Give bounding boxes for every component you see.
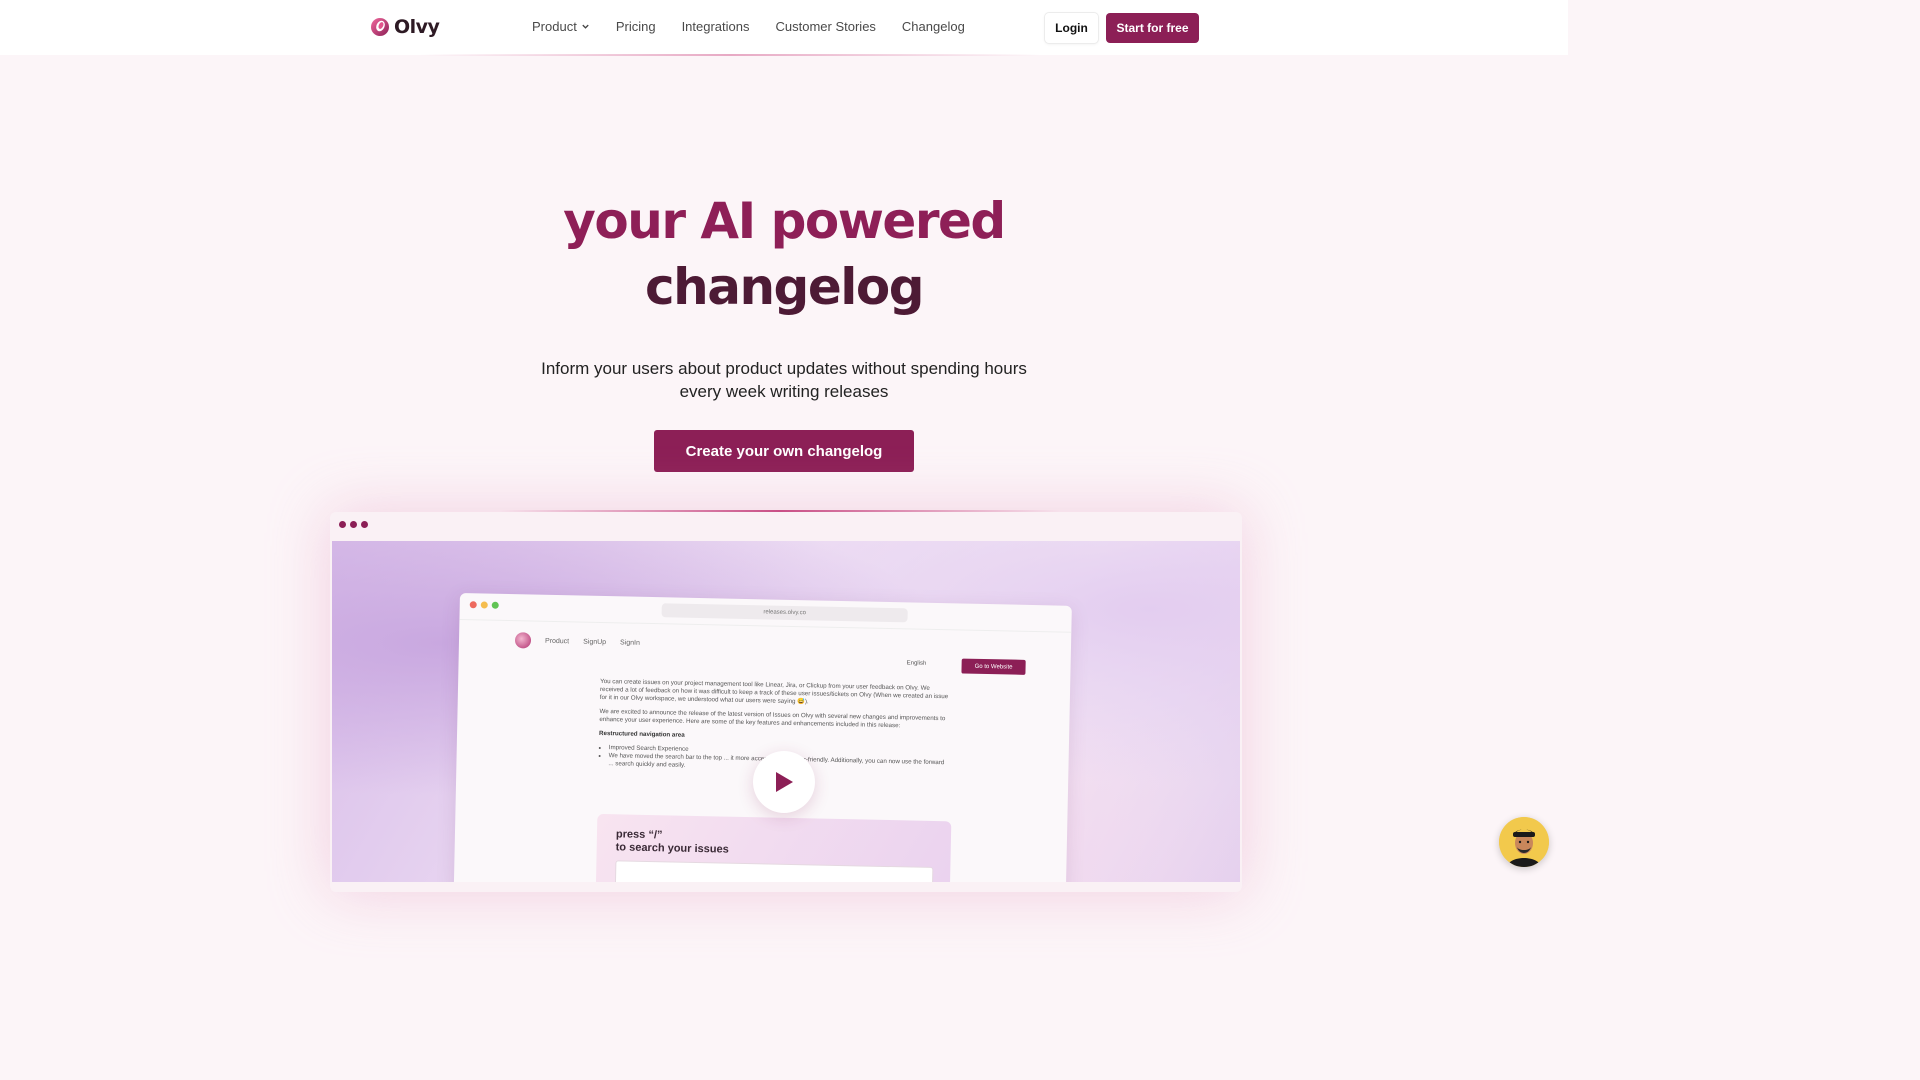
window-dots	[339, 521, 368, 528]
nav-item-product[interactable]: Product	[532, 19, 590, 34]
chevron-down-icon	[582, 24, 589, 29]
preview-nav: Product SignUp SignIn	[514, 632, 641, 651]
brand-logo[interactable]: Olvy	[370, 16, 440, 38]
olvy-logo-icon	[371, 18, 389, 36]
nav-item-label: Pricing	[615, 19, 656, 34]
window-dot	[361, 521, 368, 528]
preview-goto-button: Go to Website	[961, 658, 1026, 675]
preview-nav-item: SignIn	[620, 638, 641, 647]
window-dot	[350, 521, 357, 528]
hero-subtitle: Inform your users about product updates …	[541, 359, 1027, 401]
top-navbar: Olvy Product Pricing Integrations Custom…	[0, 0, 1568, 55]
nav-item-label: Product	[532, 19, 577, 34]
nav-item-integrations[interactable]: Integrations	[682, 19, 750, 34]
browser-toolbar: releases.olvy.co	[459, 593, 1072, 633]
main-menu: Product Pricing Integrations Customer St…	[532, 19, 965, 34]
start-free-button[interactable]: Start for free	[1106, 13, 1199, 43]
nav-item-pricing[interactable]: Pricing	[616, 19, 656, 34]
preview-card-screenshot	[614, 860, 934, 882]
login-button[interactable]: Login	[1045, 13, 1098, 43]
preview-card-line: to search your issues	[615, 841, 729, 856]
preview-card-text: press “/” to search your issues	[616, 828, 730, 856]
hero-title: your AI powered changelog	[0, 188, 1568, 320]
preview-feature-card: press “/” to search your issues	[595, 813, 952, 882]
maximize-dot	[491, 601, 499, 609]
preview-language: English	[906, 660, 927, 667]
hero-title-line1: your AI powered	[563, 192, 1006, 250]
preview-logo-icon	[514, 632, 532, 649]
nav-item-label: Customer Stories	[775, 19, 876, 34]
hero-title-line2: changelog	[644, 258, 925, 316]
brand-name: Olvy	[394, 16, 440, 38]
chat-avatar[interactable]	[1499, 817, 1549, 867]
preview-nav-item: SignUp	[583, 638, 607, 646]
nav-item-label: Integrations	[681, 19, 750, 34]
play-button[interactable]	[753, 751, 815, 813]
nav-divider	[420, 54, 1040, 56]
preview-glow	[500, 510, 1060, 512]
window-dot	[339, 521, 346, 528]
support-person-icon	[1499, 817, 1549, 867]
nav-item-label: Changelog	[901, 19, 965, 34]
preview-heading: Restructured navigation area	[599, 729, 685, 739]
nav-item-customer-stories[interactable]: Customer Stories	[776, 19, 876, 34]
nav-item-changelog[interactable]: Changelog	[902, 19, 965, 34]
minimize-dot	[480, 601, 488, 609]
browser-url: releases.olvy.co	[661, 603, 908, 623]
preview-browser: releases.olvy.co Product SignUp SignIn E…	[453, 593, 1072, 882]
close-dot	[469, 601, 477, 609]
play-icon	[776, 772, 793, 792]
preview-paragraph: We are excited to announce the release o…	[599, 707, 946, 730]
demo-video[interactable]: releases.olvy.co Product SignUp SignIn E…	[332, 541, 1240, 882]
create-changelog-button[interactable]: Create your own changelog	[654, 430, 914, 472]
preview-paragraph: You can create issues on your project ma…	[599, 677, 949, 706]
preview-nav-item: Product	[544, 637, 570, 645]
